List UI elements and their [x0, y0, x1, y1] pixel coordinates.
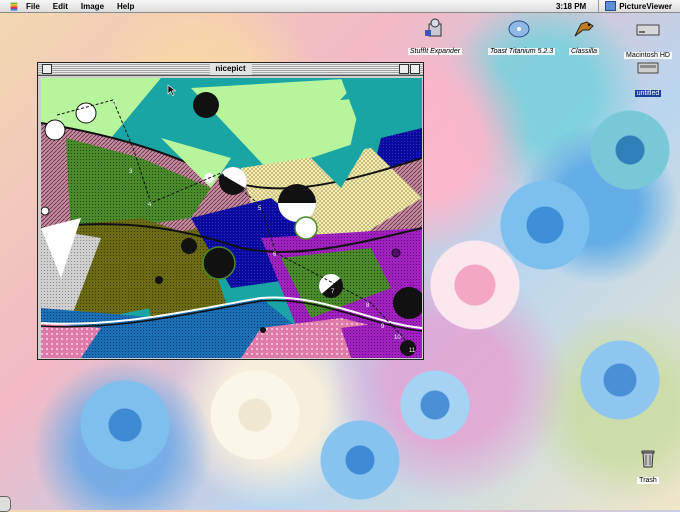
wallpaper-flower — [500, 180, 590, 270]
point-label: 10 — [394, 335, 401, 341]
hard-disk-icon — [635, 22, 661, 42]
disk-icon — [635, 60, 661, 80]
nicepict-image: 1 2 3 4 5 6 7 8 9 10 11 — [41, 78, 422, 358]
application-menu-label: PictureViewer — [619, 1, 672, 11]
menu-file[interactable]: File — [26, 2, 40, 11]
desktop-icon-stuffit[interactable]: StuffIt Expander — [404, 18, 466, 58]
wallpaper-flower — [80, 380, 170, 470]
menu-edit[interactable]: Edit — [53, 2, 68, 11]
window-titlebar[interactable]: nicepict — [38, 63, 423, 76]
zoom-box-icon[interactable] — [399, 64, 409, 74]
desktop-icon-label: StuffIt Expander — [407, 48, 463, 55]
point-label: 11 — [409, 348, 416, 354]
classilla-icon — [571, 18, 597, 38]
desktop-icon-label: Classilla — [568, 48, 600, 55]
desktop-icon-label: Trash — [637, 477, 659, 484]
desktop-icon-untitled[interactable]: untitled — [617, 60, 679, 100]
wallpaper-flower — [210, 370, 300, 460]
toast-icon — [506, 18, 532, 38]
application-menu[interactable]: PictureViewer — [598, 0, 680, 12]
close-box-icon[interactable] — [42, 64, 52, 74]
wallpaper-flower — [590, 110, 670, 190]
window-title: nicepict — [209, 63, 252, 75]
collapse-box-icon[interactable] — [410, 64, 420, 74]
desktop-icon-classilla[interactable]: Classilla — [553, 18, 615, 58]
wallpaper-flower — [580, 340, 660, 420]
trash-icon — [635, 447, 661, 468]
menubar-clock[interactable]: 3:18 PM — [556, 2, 586, 11]
menu-bar: File Edit Image Help 3:18 PM PictureView… — [0, 0, 680, 13]
desktop-icon-label: Macintosh HD — [624, 52, 672, 59]
pictureviewer-icon — [605, 1, 617, 11]
apple-menu-icon[interactable] — [8, 1, 20, 11]
desktop-icon-label: Toast Titanium 5.2.3 — [488, 48, 556, 55]
wallpaper-flower — [320, 420, 400, 500]
desktop-icon-toast[interactable]: Toast Titanium 5.2.3 — [488, 18, 556, 58]
menu-image[interactable]: Image — [81, 2, 104, 11]
picture-canvas: 1 2 3 4 5 6 7 8 9 10 11 — [41, 78, 422, 358]
wallpaper-flower — [400, 370, 470, 440]
wallpaper-flower — [430, 240, 520, 330]
stuffit-icon — [422, 18, 448, 38]
desktop-icon-macintosh-hd[interactable]: Macintosh HD — [617, 22, 679, 62]
picture-window[interactable]: nicepict 1 2 3 4 5 6 7 8 9 10 11 — [37, 62, 424, 360]
desktop-icon-trash[interactable]: Trash — [617, 447, 679, 487]
menu-help[interactable]: Help — [117, 2, 134, 11]
desktop-icon-label: untitled — [634, 90, 662, 97]
